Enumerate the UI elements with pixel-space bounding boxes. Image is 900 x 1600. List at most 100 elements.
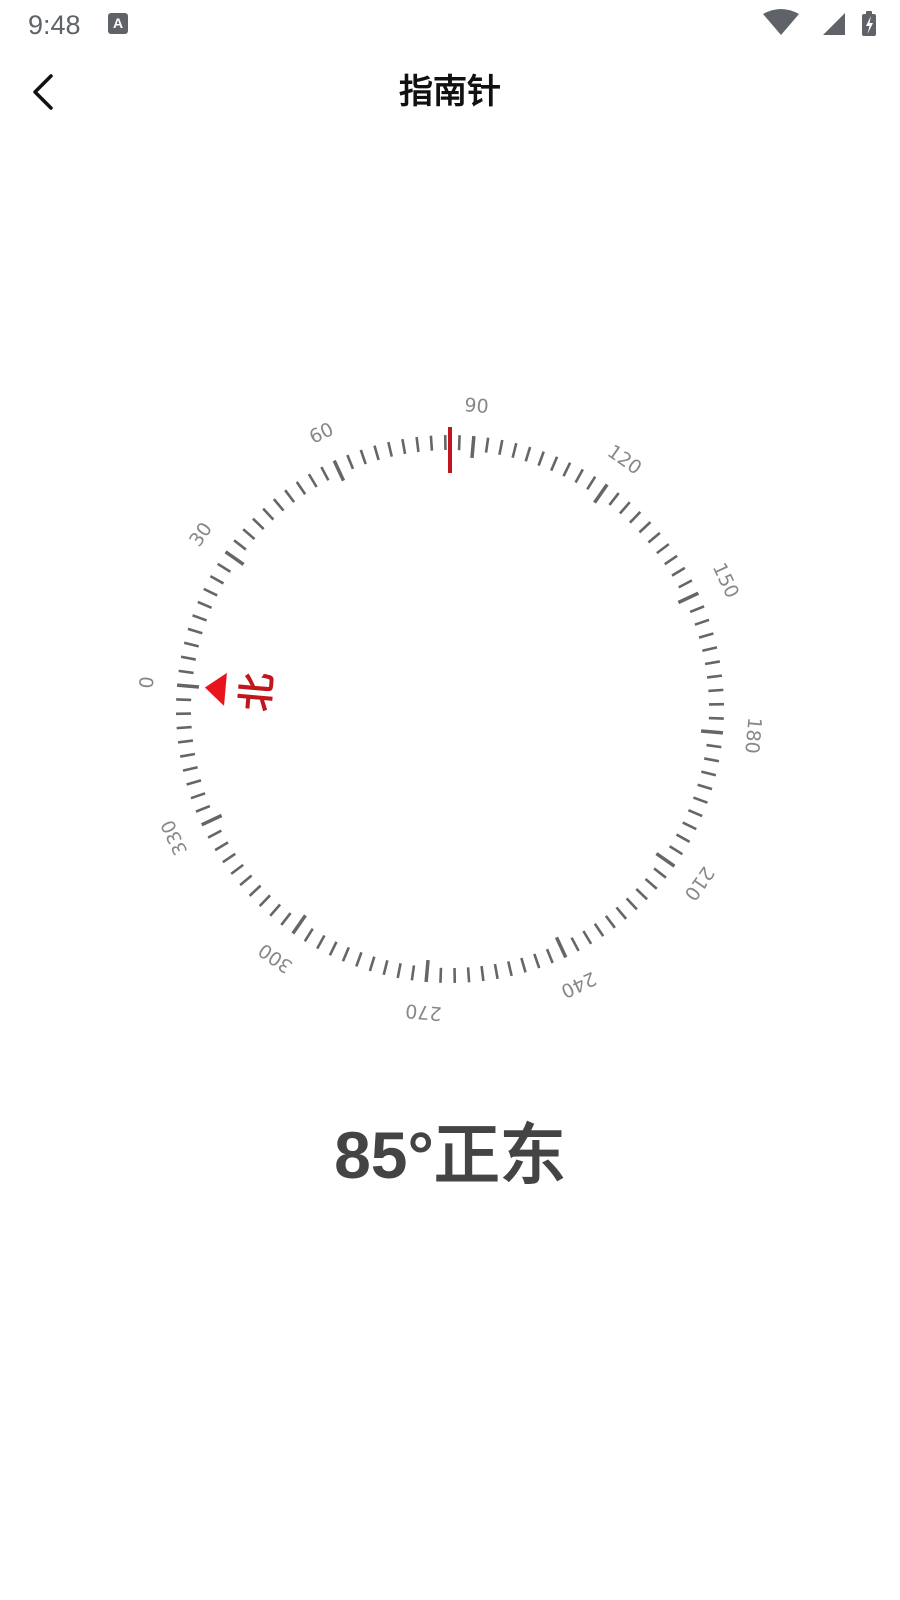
dial-tick xyxy=(706,674,723,679)
compass-labels: 0 30 60 90 120 150 180 210 240 270 300 330 xyxy=(136,394,766,1024)
dial-tick xyxy=(574,468,584,484)
dial-tick xyxy=(242,528,256,541)
dial-tick xyxy=(382,959,389,976)
dial-tick xyxy=(480,965,485,982)
dial-label: 90 xyxy=(463,394,489,418)
dial-label: 60 xyxy=(306,418,337,448)
dial-tick xyxy=(258,894,272,908)
dial-tick xyxy=(251,517,265,531)
dial-tick xyxy=(328,941,338,956)
dial-tick xyxy=(415,436,420,453)
dial-tick xyxy=(550,456,559,472)
dial-tick xyxy=(179,752,196,758)
dial-tick xyxy=(239,874,253,887)
dial-tick xyxy=(387,441,394,457)
dial-tick xyxy=(682,821,697,831)
dial-tick xyxy=(368,956,376,972)
dial-tick xyxy=(694,618,710,626)
dial-tick xyxy=(195,804,211,813)
dial-tick xyxy=(183,641,200,648)
dial-tick xyxy=(554,936,568,959)
dial-tick xyxy=(320,466,330,481)
compass-dial: 0 30 60 90 120 150 180 210 240 270 300 330 北 xyxy=(136,394,766,1024)
dial-tick xyxy=(180,655,197,661)
dial-tick xyxy=(625,897,638,911)
dial-tick xyxy=(359,449,367,465)
dial-tick xyxy=(511,442,518,459)
dial-tick xyxy=(222,852,237,864)
dial-tick xyxy=(484,437,490,453)
dial-tick xyxy=(295,481,307,496)
dial-tick xyxy=(177,739,194,744)
dial-tick xyxy=(186,779,202,786)
dial-tick xyxy=(537,451,545,467)
dial-tick xyxy=(303,927,314,943)
dial-tick xyxy=(647,531,661,544)
dial-tick xyxy=(401,438,407,455)
dial-tick xyxy=(209,575,225,585)
dial-label: 150 xyxy=(708,559,743,601)
dial-tick xyxy=(520,957,527,973)
dial-tick xyxy=(355,951,363,967)
dial-tick xyxy=(708,716,724,720)
dial-label: 120 xyxy=(603,441,645,480)
dial-tick xyxy=(706,743,722,749)
heading-degree: 85° xyxy=(334,1118,434,1192)
dial-label: 270 xyxy=(404,999,442,1024)
dial-tick xyxy=(702,646,718,653)
dial-tick xyxy=(635,887,649,901)
dial-tick xyxy=(248,884,262,897)
dial-tick xyxy=(655,852,676,868)
heading-readout: 85°正东 xyxy=(0,1115,900,1196)
dial-tick xyxy=(284,489,296,503)
dial-tick xyxy=(207,829,222,839)
dial-tick xyxy=(615,906,628,920)
dial-tick xyxy=(291,914,307,935)
dial-tick xyxy=(668,845,684,856)
dial-tick xyxy=(262,507,275,521)
dial-tick xyxy=(493,963,499,980)
dial-tick xyxy=(410,965,416,981)
dial-label: 180 xyxy=(740,716,765,754)
dial-tick xyxy=(192,614,208,622)
dial-tick xyxy=(233,539,247,551)
dial-tick xyxy=(582,930,593,945)
dial-label: 210 xyxy=(680,862,719,904)
dial-tick xyxy=(608,492,620,506)
dial-tick xyxy=(316,934,326,950)
dial-tick xyxy=(176,725,192,730)
dial-tick xyxy=(341,946,350,962)
dial-tick xyxy=(638,521,652,534)
dial-tick xyxy=(272,498,285,512)
dial-tick xyxy=(618,501,631,515)
dial-tick xyxy=(187,627,203,635)
dial-tick xyxy=(524,446,532,462)
dial-tick xyxy=(269,903,282,917)
dial-tick xyxy=(644,877,658,890)
dial-tick xyxy=(396,962,402,979)
dial-tick xyxy=(429,435,434,451)
dial-tick xyxy=(439,967,443,983)
dial-tick xyxy=(700,770,717,777)
dial-tick xyxy=(687,809,703,818)
dial-tick xyxy=(593,483,609,504)
dial-tick xyxy=(176,683,200,689)
dial-tick xyxy=(182,765,198,772)
dial-tick xyxy=(675,833,691,843)
dial-tick xyxy=(570,937,580,952)
dial-tick xyxy=(678,579,693,589)
dial-tick xyxy=(604,915,616,929)
dial-tick xyxy=(692,796,708,804)
dial-tick xyxy=(703,757,720,763)
dial-tick xyxy=(280,912,292,926)
dial-tick xyxy=(700,729,724,735)
dial-label: 0 xyxy=(136,676,159,690)
dial-tick xyxy=(332,459,346,482)
dial-tick xyxy=(586,475,597,491)
dial-tick xyxy=(216,562,232,573)
dial-tick xyxy=(178,669,194,675)
dial-tick xyxy=(214,841,229,852)
dial-tick xyxy=(466,967,471,983)
dial-tick xyxy=(698,632,714,639)
dial-label: 330 xyxy=(157,816,192,858)
